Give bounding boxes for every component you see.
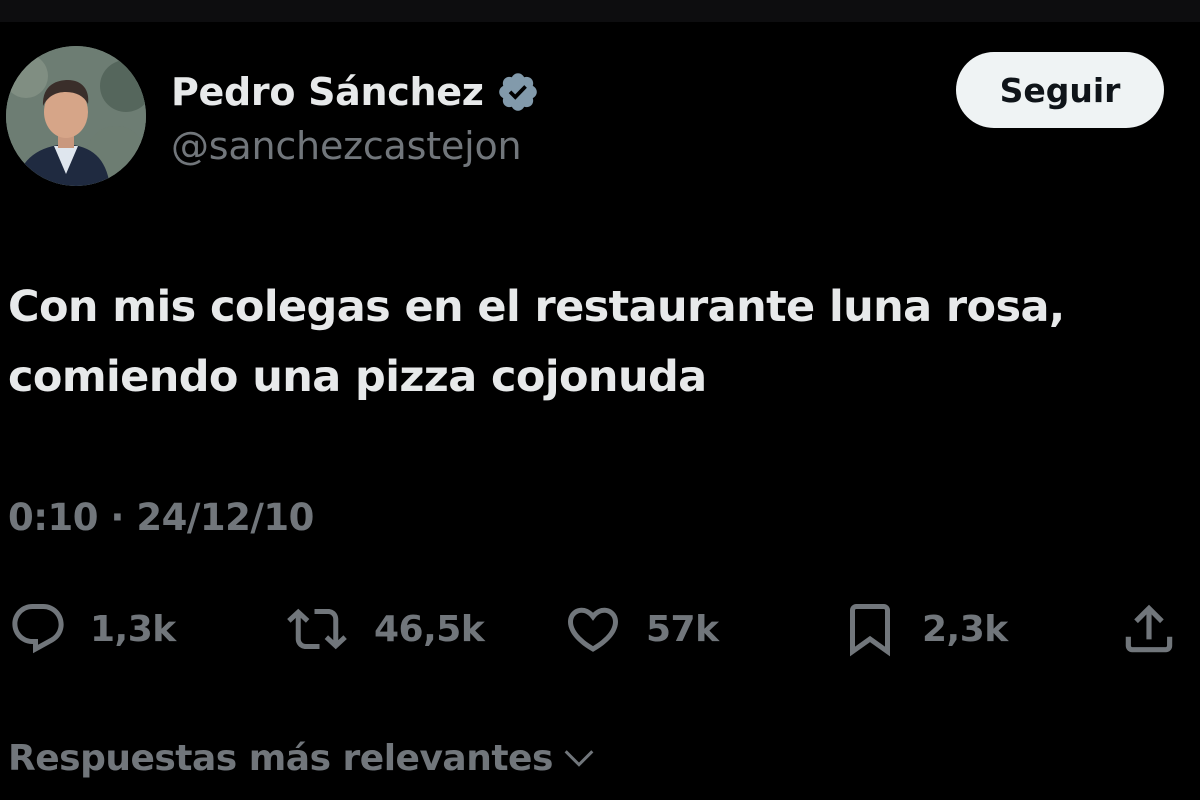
bookmark-count: 2,3k bbox=[922, 608, 1008, 650]
share-icon bbox=[1125, 604, 1173, 653]
author-display-name[interactable]: Pedro Sánchez bbox=[171, 70, 484, 114]
author-handle[interactable]: @sanchezcastejon bbox=[171, 124, 522, 168]
avatar[interactable] bbox=[6, 46, 146, 186]
tweet-text-line: Con mis colegas en el restaurante luna r… bbox=[8, 282, 1065, 332]
share-button[interactable] bbox=[1118, 596, 1180, 662]
chevron-down-icon bbox=[564, 750, 594, 767]
repost-button[interactable]: 46,5k bbox=[282, 596, 485, 662]
reply-icon bbox=[12, 604, 64, 654]
repost-icon bbox=[287, 608, 347, 650]
repost-count: 46,5k bbox=[374, 608, 485, 650]
profile-photo bbox=[6, 46, 146, 186]
reply-button[interactable]: 1,3k bbox=[8, 596, 176, 662]
verified-badge-icon bbox=[498, 73, 537, 111]
author-name-row: Pedro Sánchez bbox=[171, 66, 540, 118]
like-button[interactable]: 57k bbox=[562, 596, 719, 662]
like-count: 57k bbox=[646, 608, 719, 650]
bookmark-icon bbox=[850, 604, 890, 657]
replies-sort-dropdown[interactable]: Respuestas más relevantes bbox=[8, 732, 599, 784]
top-bar bbox=[0, 0, 1200, 22]
follow-button[interactable]: Seguir bbox=[956, 52, 1164, 128]
heart-icon bbox=[567, 607, 619, 652]
tweet-actions-bar: 1,3k 46,5k 57k 2,3k bbox=[0, 596, 1200, 662]
tweet-text-line: comiendo una pizza cojonuda bbox=[8, 352, 707, 402]
tweet-text: Con mis colegas en el restaurante luna r… bbox=[8, 272, 1188, 412]
bookmark-button[interactable]: 2,3k bbox=[840, 596, 1008, 662]
replies-sort-label: Respuestas más relevantes bbox=[8, 737, 553, 779]
tweet-timestamp[interactable]: 0:10 · 24/12/10 bbox=[8, 496, 314, 539]
reply-count: 1,3k bbox=[90, 608, 176, 650]
